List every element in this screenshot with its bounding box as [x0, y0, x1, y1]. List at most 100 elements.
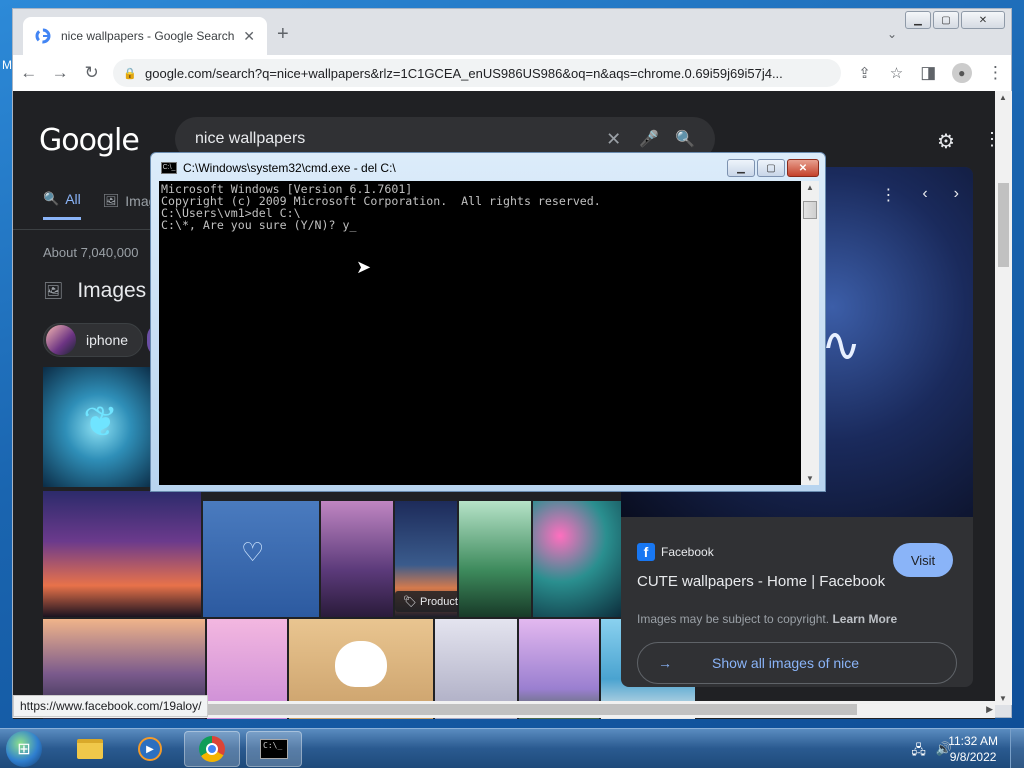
cmd-maximize-button[interactable]: ▢: [757, 159, 785, 177]
browser-toolbar: ← → ↻ 🔒 google.com/search?q=nice+wallpap…: [13, 55, 1011, 91]
cmd-icon: C:\_: [260, 739, 288, 759]
image-result-palm-sunset[interactable]: [43, 491, 201, 617]
google-apps-icon[interactable]: ⋮: [983, 129, 995, 150]
images-section-heading: 🖼 Images: [43, 279, 146, 303]
tab-close-icon[interactable]: ✕: [243, 28, 255, 45]
preview-controls: ⋮ ‹ ›: [854, 185, 959, 205]
preview-info: f Facebook CUTE wallpapers - Home | Face…: [637, 543, 957, 684]
clock-time: 11:32 AM: [948, 734, 998, 748]
taskbar-cmd[interactable]: C:\_: [246, 731, 302, 767]
scroll-right-arrow-icon[interactable]: ▶: [986, 704, 993, 715]
taskbar-chrome[interactable]: [184, 731, 240, 767]
clear-search-icon[interactable]: ✕: [606, 129, 621, 150]
facebook-icon: f: [637, 543, 655, 561]
cmd-scroll-thumb[interactable]: [803, 201, 817, 219]
settings-gear-icon[interactable]: ⚙: [937, 129, 955, 154]
cmd-console[interactable]: Microsoft Windows [Version 6.1.7601] Copy…: [159, 181, 801, 485]
voice-search-icon[interactable]: 🎤: [639, 129, 659, 149]
copyright-notice: Images may be subject to copyright. Lear…: [637, 612, 957, 626]
window-controls: ▁ ▢ ✕: [903, 11, 1005, 29]
previous-image-icon[interactable]: ‹: [922, 185, 927, 205]
side-panel-icon[interactable]: ◨: [913, 63, 944, 83]
scroll-down-arrow-icon[interactable]: ▼: [999, 694, 1007, 703]
google-logo[interactable]: Google: [39, 123, 140, 158]
tab-bar: nice wallpapers - Google Search ✕ + ⌄ ▁ …: [13, 9, 1011, 55]
close-button[interactable]: ✕: [961, 11, 1005, 29]
chip-label: iphone: [86, 332, 129, 348]
reload-icon[interactable]: ↻: [76, 63, 107, 83]
learn-more-link[interactable]: Learn More: [832, 612, 897, 626]
cmd-window-controls: ▁ ▢ ✕: [725, 159, 819, 177]
scroll-up-arrow-icon[interactable]: ▲: [999, 93, 1007, 102]
cat-illustration: [335, 641, 387, 687]
image-icon: 🖼: [43, 283, 64, 300]
bookmark-star-icon[interactable]: ☆: [881, 64, 913, 82]
link-status-bar: https://www.facebook.com/19aloy/: [13, 695, 209, 717]
image-icon: 🖼: [102, 192, 120, 208]
taskbar-clock[interactable]: 11:32 AM 9/8/2022: [948, 733, 998, 765]
arrow-right-icon: →: [658, 655, 672, 671]
tab-all[interactable]: 🔍 All: [43, 191, 81, 220]
image-result-purple-palms[interactable]: [321, 501, 393, 617]
chip-thumbnail: [46, 325, 76, 355]
next-image-icon[interactable]: ›: [954, 185, 959, 205]
chrome-icon: [199, 736, 225, 762]
search-query[interactable]: nice wallpapers: [195, 130, 606, 148]
console-line: C:\*, Are you sure (Y/N)? y_: [161, 218, 357, 232]
cmd-scrollbar[interactable]: ▲ ▼: [801, 181, 819, 485]
cmd-window: C:\_ C:\Windows\system32\cmd.exe - del C…: [150, 152, 826, 492]
cmd-close-button[interactable]: ✕: [787, 159, 819, 177]
image-result-bubbles[interactable]: [533, 501, 623, 617]
heartbeat-line-icon: ∿: [821, 319, 862, 372]
forward-arrow-icon[interactable]: →: [44, 63, 75, 83]
heartbeat-icon: ♡: [241, 537, 265, 567]
address-bar-actions: ⇪ ☆: [849, 64, 913, 82]
product-badge: 🏷 Product: [395, 591, 466, 612]
profile-avatar-icon[interactable]: ●: [951, 63, 972, 83]
search-icon: 🔍: [43, 191, 60, 206]
folder-icon: [77, 739, 103, 759]
copyright-text: Images may be subject to copyright.: [637, 612, 830, 626]
result-stats: About 7,040,000: [43, 245, 139, 260]
media-player-icon: ▶: [138, 737, 162, 761]
butterfly-icon: ❦: [83, 398, 119, 445]
cmd-title: C:\Windows\system32\cmd.exe - del C:\: [183, 161, 396, 175]
page-vertical-scrollbar[interactable]: ▲ ▼: [995, 91, 1012, 705]
taskbar-media-player[interactable]: ▶: [122, 731, 178, 767]
browser-menu-icon[interactable]: ⋮: [980, 63, 1011, 83]
image-result-butterfly[interactable]: ❦: [43, 367, 153, 487]
address-url: google.com/search?q=nice+wallpapers&rlz=…: [145, 65, 783, 81]
taskbar-explorer[interactable]: [62, 731, 118, 767]
tab-images[interactable]: 🖼 Imag: [103, 191, 157, 220]
share-icon[interactable]: ⇪: [849, 64, 881, 82]
visit-button[interactable]: Visit: [893, 543, 953, 577]
back-arrow-icon[interactable]: ←: [13, 63, 44, 83]
start-button[interactable]: ⊞: [6, 731, 42, 767]
tab-title: nice wallpapers - Google Search: [61, 29, 235, 43]
mouse-cursor-icon: ➤: [356, 257, 372, 277]
image-result-heartbeat[interactable]: ♡: [203, 501, 319, 617]
maximize-button[interactable]: ▢: [933, 11, 959, 29]
search-icon[interactable]: 🔍: [675, 129, 695, 149]
tab-search-dropdown-icon[interactable]: ⌄: [887, 27, 897, 41]
more-options-icon[interactable]: ⋮: [880, 185, 896, 205]
cmd-scroll-down-icon[interactable]: ▼: [806, 474, 814, 483]
show-desktop-button[interactable]: [1010, 729, 1024, 768]
chip-iphone[interactable]: iphone: [43, 323, 144, 357]
tab-all-label: All: [65, 191, 81, 207]
desktop-edge-text: M: [2, 58, 12, 72]
cmd-minimize-button[interactable]: ▁: [727, 159, 755, 177]
vertical-scroll-thumb[interactable]: [998, 183, 1009, 267]
new-tab-button[interactable]: +: [277, 23, 289, 46]
system-tray: 🖧 🔊: [901, 741, 952, 763]
address-bar[interactable]: 🔒 google.com/search?q=nice+wallpapers&rl…: [113, 59, 841, 87]
image-result-tree[interactable]: [459, 501, 531, 617]
tab-google-search[interactable]: nice wallpapers - Google Search ✕: [23, 17, 267, 55]
show-all-images-button[interactable]: → Show all images of nice: [637, 642, 957, 684]
cmd-title-bar[interactable]: C:\_ C:\Windows\system32\cmd.exe - del C…: [161, 161, 396, 175]
minimize-button[interactable]: ▁: [905, 11, 931, 29]
cmd-scroll-up-icon[interactable]: ▲: [806, 183, 814, 192]
clock-date: 9/8/2022: [949, 750, 997, 764]
network-icon[interactable]: 🖧: [911, 741, 926, 763]
taskbar: ⊞ ▶ C:\_ 🖧 🔊 11:32 AM 9/8/2022: [0, 728, 1024, 768]
